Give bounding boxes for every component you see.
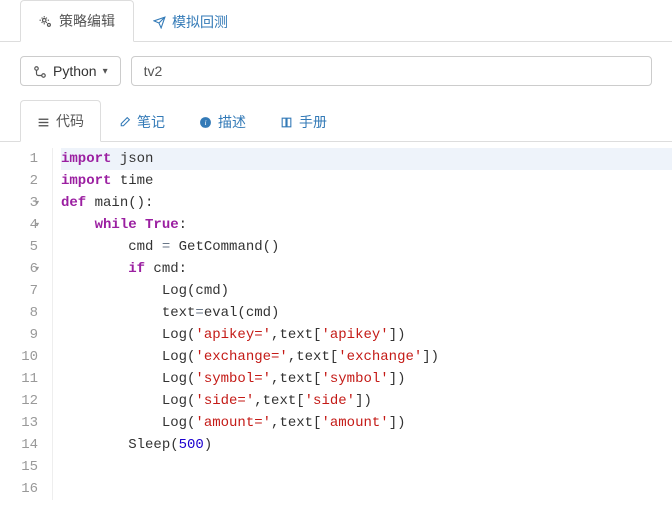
code-line: import json (61, 148, 672, 170)
line-number: 6 (0, 258, 38, 280)
code-line: Log('exchange=',text['exchange']) (61, 346, 672, 368)
code-line: import time (61, 170, 672, 192)
code-line: Log(cmd) (61, 280, 672, 302)
gutter: 1 2 3 4 5 6 7 8 9 10 11 12 13 14 15 16 (0, 148, 52, 500)
tab-strategy-edit-label: 策略编辑 (59, 11, 115, 31)
code-line: Log('symbol=',text['symbol']) (61, 368, 672, 390)
caret-down-icon: ▾ (103, 66, 108, 77)
tab-desc-label: 描述 (218, 112, 246, 132)
tab-backtest-label: 模拟回测 (172, 12, 228, 32)
tab-notes-label: 笔记 (137, 112, 165, 132)
tab-backtest[interactable]: 模拟回测 (134, 0, 247, 42)
line-number: 4 (0, 214, 38, 236)
code-line: if cmd: (61, 258, 672, 280)
line-number: 15 (0, 456, 38, 478)
code-area[interactable]: import json import time def main(): whil… (52, 148, 672, 500)
tab-notes[interactable]: 笔记 (101, 100, 182, 142)
line-number: 8 (0, 302, 38, 324)
top-tabs: 策略编辑 模拟回测 (0, 0, 672, 42)
line-number: 9 (0, 324, 38, 346)
line-number: 5 (0, 236, 38, 258)
edit-icon (118, 114, 131, 129)
line-number: 10 (0, 346, 38, 368)
tab-code[interactable]: 代码 (20, 100, 101, 142)
code-line: text=eval(cmd) (61, 302, 672, 324)
line-number: 14 (0, 434, 38, 456)
code-line: Log('apikey=',text['apikey']) (61, 324, 672, 346)
code-line: Log('side=',text['side']) (61, 390, 672, 412)
tab-manual-label: 手册 (299, 112, 327, 132)
code-line: Sleep(500) (61, 434, 672, 456)
language-selector[interactable]: Python ▾ (20, 56, 121, 86)
line-number: 13 (0, 412, 38, 434)
code-line: Log('amount=',text['amount']) (61, 412, 672, 434)
code-editor[interactable]: 1 2 3 4 5 6 7 8 9 10 11 12 13 14 15 16 i… (0, 142, 672, 500)
code-line (61, 478, 672, 500)
tab-strategy-edit[interactable]: 策略编辑 (20, 0, 134, 42)
tab-desc[interactable]: i 描述 (182, 100, 263, 142)
sub-tabs: 代码 笔记 i 描述 手册 (0, 100, 672, 142)
line-number: 3 (0, 192, 38, 214)
strategy-name-input[interactable] (131, 56, 652, 86)
tab-manual[interactable]: 手册 (263, 100, 344, 142)
line-number: 1 (0, 148, 38, 170)
code-line (61, 456, 672, 478)
toolbar: Python ▾ (0, 42, 672, 100)
line-number: 2 (0, 170, 38, 192)
language-label: Python (53, 63, 97, 79)
line-number: 12 (0, 390, 38, 412)
line-number: 11 (0, 368, 38, 390)
code-icon (33, 63, 47, 79)
svg-text:i: i (204, 119, 206, 128)
book-icon (280, 114, 293, 129)
paper-plane-icon (153, 14, 166, 29)
code-line: while True: (61, 214, 672, 236)
line-number: 7 (0, 280, 38, 302)
code-line: cmd = GetCommand() (61, 236, 672, 258)
info-icon: i (199, 114, 212, 129)
line-number: 16 (0, 478, 38, 500)
code-line: def main(): (61, 192, 672, 214)
gears-icon (39, 13, 53, 29)
list-icon (37, 114, 50, 129)
tab-code-label: 代码 (56, 111, 84, 131)
